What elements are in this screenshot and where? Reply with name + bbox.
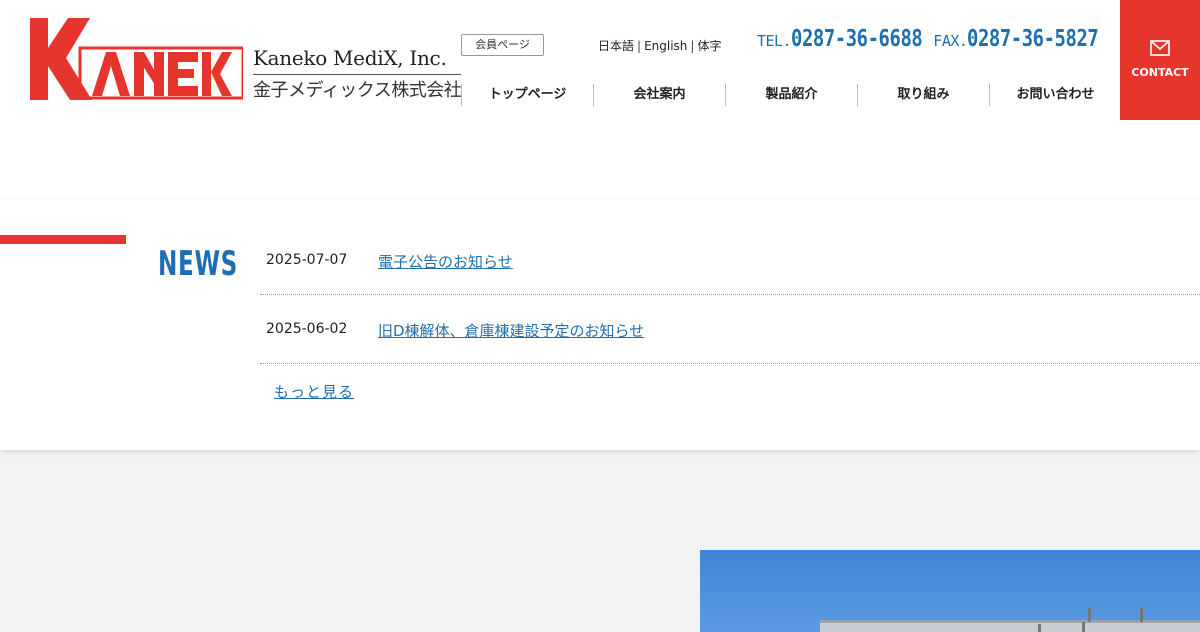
contact-label: CONTACT — [1131, 66, 1189, 79]
lang-chinese-link[interactable]: 体字 — [697, 39, 721, 53]
company-name-en: Kaneko MediX, Inc. — [253, 46, 447, 70]
news-list: 2025-07-07 電子公告のお知らせ 2025-06-02 旧D棟解体、倉庫… — [260, 226, 1200, 364]
contact-numbers: TEL.0287-36-6688 FAX.0287-36-5827 — [757, 26, 1100, 52]
fax-number: 0287-36-5827 — [967, 26, 1099, 52]
nav-item-products[interactable]: 製品紹介 — [725, 84, 857, 106]
nav-item-company[interactable]: 会社案内 — [593, 84, 725, 106]
lang-english-link[interactable]: English — [644, 39, 687, 53]
company-name-ja: 金子メディックス株式会社 — [253, 74, 462, 102]
main-nav: トップページ 会社案内 製品紹介 取り組み お問い合わせ — [461, 84, 1121, 106]
nav-item-top[interactable]: トップページ — [461, 84, 593, 106]
mail-icon — [1150, 40, 1170, 56]
news-date: 2025-07-07 — [266, 252, 348, 268]
news-more-link[interactable]: もっと見る — [274, 381, 354, 402]
news-link[interactable]: 旧D棟解体、倉庫棟建設予定のお知らせ — [378, 320, 644, 341]
contact-button[interactable]: CONTACT — [1120, 0, 1200, 120]
news-link[interactable]: 電子公告のお知らせ — [378, 251, 513, 272]
news-heading: NEWS — [158, 244, 239, 284]
lang-japanese-link[interactable]: 日本語 — [598, 39, 634, 53]
news-section: NEWS 2025-07-07 電子公告のお知らせ 2025-06-02 旧D棟… — [0, 200, 1200, 450]
fax-label: FAX. — [933, 32, 968, 50]
member-page-button[interactable]: 会員ページ — [461, 34, 544, 56]
lang-separator: | — [637, 39, 642, 53]
tel-label: TEL. — [757, 32, 792, 50]
kaneko-logo-icon[interactable] — [30, 18, 243, 100]
news-date: 2025-06-02 — [266, 321, 348, 337]
building-photo — [700, 550, 1200, 632]
list-item: 2025-06-02 旧D棟解体、倉庫棟建設予定のお知らせ — [260, 295, 1200, 364]
news-accent-bar — [0, 235, 126, 244]
building-image-icon — [820, 608, 1200, 632]
nav-item-initiatives[interactable]: 取り組み — [857, 84, 989, 106]
list-item: 2025-07-07 電子公告のお知らせ — [260, 226, 1200, 295]
lang-separator: | — [690, 39, 695, 53]
tel-number[interactable]: 0287-36-6688 — [791, 26, 923, 52]
nav-item-inquiry[interactable]: お問い合わせ — [989, 84, 1121, 106]
site-header: Kaneko MediX, Inc. 金子メディックス株式会社 会員ページ 日本… — [0, 0, 1200, 200]
language-switcher: 日本語 | English | 体字 — [598, 37, 721, 54]
